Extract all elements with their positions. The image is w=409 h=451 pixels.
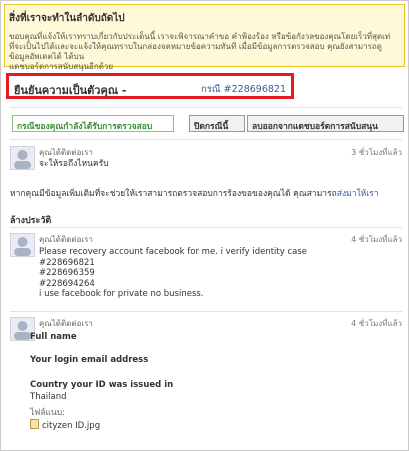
- history-heading: ล้างประวัติ: [10, 216, 52, 226]
- message-text: จะให้รอถึงไหนครับ: [39, 159, 109, 169]
- message-time: 4 ชั่วโมงที่แล้ว: [351, 235, 402, 244]
- more-info-text: หากคุณมีข้อมูลเพิ่มเติมที่จะช่วยให้เราสา…: [10, 189, 337, 199]
- message-line: #228696821: [39, 257, 95, 268]
- country-label: Country your ID was issued in: [30, 380, 174, 390]
- email-label: Your login email address: [30, 355, 149, 365]
- close-case-button[interactable]: ปิดกรณีนี้: [189, 115, 245, 132]
- send-to-us-link[interactable]: ส่งมาให้เรา: [337, 189, 379, 199]
- sender-name: คุณได้ติดต่อเรา: [39, 148, 93, 157]
- message-time: 4 ชั่วโมงที่แล้ว: [351, 319, 402, 328]
- sender-name: คุณได้ติดต่อเรา: [39, 319, 93, 328]
- message-text: Please recovery account facebook for me.…: [39, 247, 307, 300]
- more-info-prompt: หากคุณมีข้อมูลเพิ่มเติมที่จะช่วยให้เราสา…: [10, 186, 379, 200]
- case-header: ยืนยันความเป็นตัวคุณ - กรณี #228696821: [6, 73, 294, 99]
- support-case-panel: สิ่งที่เราจะทำในลำดับถัดไป ขอบคุณที่แจ้ง…: [0, 0, 409, 451]
- message-line: #228694264: [39, 278, 95, 289]
- message-time: 3 ชั่วโมงที่แล้ว: [351, 148, 402, 157]
- attachment-filename[interactable]: cityzen ID.jpg: [42, 421, 100, 431]
- message-line: #228696359: [39, 268, 95, 278]
- next-steps-notice: สิ่งที่เราจะทำในลำดับถัดไป ขอบคุณที่แจ้ง…: [4, 4, 405, 71]
- divider: [10, 311, 402, 312]
- full-name-label: Full name: [30, 332, 77, 342]
- message-line: Please recovery account facebook for me.…: [39, 247, 308, 257]
- attachments-label: ไฟล์แนบ:: [30, 408, 66, 418]
- notice-title: สิ่งที่เราจะทำในลำดับถัดไป: [9, 13, 125, 24]
- divider: [10, 107, 402, 108]
- avatar: [10, 146, 35, 170]
- case-status-button[interactable]: กรณีของคุณกำลังได้รับการตรวจสอบ: [12, 115, 174, 132]
- notice-body: ขอบคุณที่แจ้งให้เราทราบเกี่ยวกับประเด็นน…: [9, 32, 400, 72]
- remove-from-dashboard-button[interactable]: ลบออกจากแดชบอร์ดการสนับสนุน: [247, 115, 404, 132]
- message-item: คุณได้ติดต่อเรา 3 ชั่วโมงที่แล้ว จะให้รอ…: [10, 146, 402, 176]
- message-line: i use facebook for private no business.: [39, 289, 204, 299]
- case-title: ยืนยันความเป็นตัวคุณ -: [14, 84, 127, 97]
- avatar: [10, 233, 35, 257]
- sender-name: คุณได้ติดต่อเรา: [39, 235, 93, 244]
- image-file-icon: [30, 419, 39, 429]
- attachment-item[interactable]: cityzen ID.jpg: [30, 419, 100, 431]
- divider: [10, 139, 402, 140]
- notice-line: ที่จะเป็นไปได้และจะแจ้งให้คุณทราบในกล่อง…: [9, 42, 382, 61]
- message-item: คุณได้ติดต่อเรา 4 ชั่วโมงที่แล้ว Please …: [10, 233, 402, 309]
- country-value: Thailand: [30, 392, 67, 402]
- case-number: กรณี #228696821: [200, 84, 286, 95]
- notice-line: ขอบคุณที่แจ้งให้เราทราบเกี่ยวกับประเด็นน…: [9, 32, 391, 41]
- divider: [10, 227, 402, 228]
- notice-line: แดชบอร์ดการสนับสนุนอีกด้วย: [9, 62, 114, 71]
